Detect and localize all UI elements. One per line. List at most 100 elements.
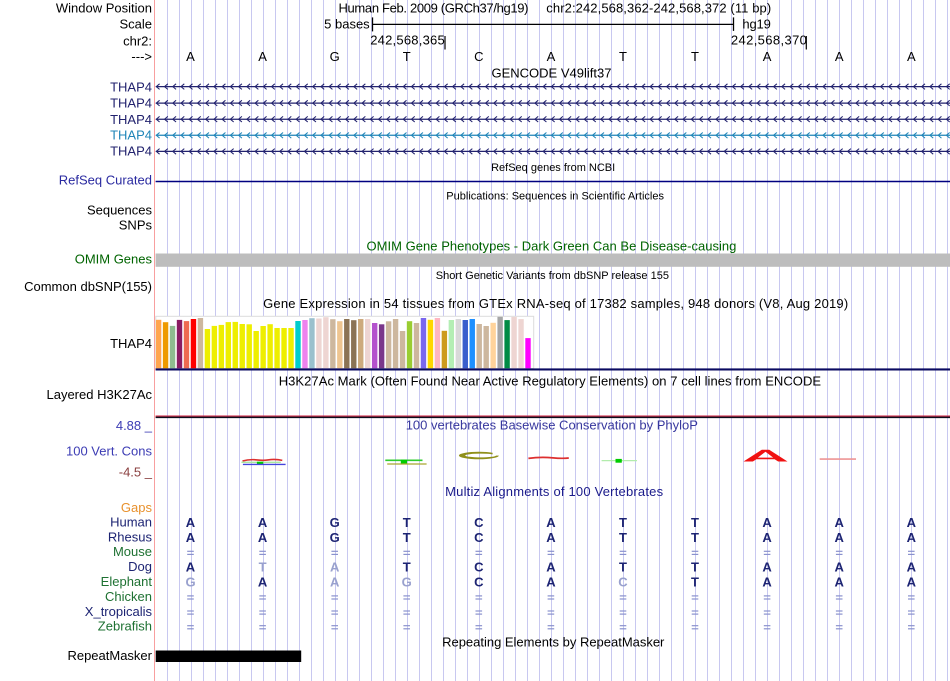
svg-text:100 Vert. Cons: 100 Vert. Cons	[66, 444, 152, 459]
svg-text:THAP4: THAP4	[110, 80, 152, 95]
svg-text:A: A	[186, 530, 196, 545]
svg-text:Mouse: Mouse	[113, 544, 152, 559]
svg-text:A: A	[762, 515, 772, 530]
svg-text:T: T	[403, 49, 411, 64]
svg-text:A: A	[763, 49, 772, 64]
svg-text:C: C	[474, 560, 484, 575]
svg-text:A: A	[762, 574, 772, 589]
svg-text:T: T	[403, 515, 411, 530]
svg-text:A: A	[186, 560, 196, 575]
svg-text:chr2:242,568,362-242,568,372 (: chr2:242,568,362-242,568,372 (11 bp)	[546, 0, 771, 15]
svg-text:A: A	[835, 515, 845, 530]
svg-text:Short Genetic Variants from db: Short Genetic Variants from dbSNP releas…	[436, 270, 669, 282]
svg-text:A: A	[258, 49, 267, 64]
svg-text:GENCODE V49lift37: GENCODE V49lift37	[492, 66, 612, 81]
svg-text:Zebrafish: Zebrafish	[98, 619, 152, 634]
svg-text:Gaps: Gaps	[121, 500, 153, 515]
svg-text:RefSeq genes from NCBI: RefSeq genes from NCBI	[491, 162, 615, 174]
svg-text:Dog: Dog	[128, 559, 152, 574]
svg-text:Publications: Sequences in Sci: Publications: Sequences in Scientific Ar…	[446, 190, 664, 202]
svg-text:G: G	[402, 574, 412, 589]
svg-text:A: A	[258, 574, 268, 589]
svg-text:100 vertebrates Basewise Conse: 100 vertebrates Basewise Conservation by…	[406, 418, 698, 433]
svg-text:A: A	[835, 560, 845, 575]
svg-text:--->: --->	[131, 49, 152, 64]
svg-text:Repeating Elements by RepeatMa: Repeating Elements by RepeatMasker	[442, 635, 665, 650]
svg-text:G: G	[330, 49, 340, 64]
svg-text:C: C	[474, 49, 483, 64]
svg-text:T: T	[691, 49, 699, 64]
svg-text:OMIM Genes: OMIM Genes	[75, 252, 153, 267]
svg-text:THAP4: THAP4	[110, 96, 152, 111]
svg-text:A: A	[907, 49, 916, 64]
svg-text:RepeatMasker: RepeatMasker	[67, 648, 152, 663]
svg-text:T: T	[619, 560, 627, 575]
svg-text:A: A	[330, 560, 340, 575]
svg-text:242,568,365: 242,568,365	[370, 32, 445, 47]
svg-text:A: A	[546, 530, 556, 545]
svg-text:hg19: hg19	[742, 16, 770, 31]
svg-text:A: A	[835, 530, 845, 545]
svg-text:Elephant: Elephant	[101, 574, 153, 589]
svg-text:Layered H3K27Ac: Layered H3K27Ac	[46, 387, 152, 402]
svg-text:A: A	[546, 560, 556, 575]
svg-text:H3K27Ac Mark (Often Found Near: H3K27Ac Mark (Often Found Near Active Re…	[279, 373, 822, 388]
svg-text:A: A	[835, 49, 844, 64]
svg-text:A: A	[907, 560, 917, 575]
svg-text:A: A	[835, 574, 845, 589]
svg-text:T: T	[619, 515, 627, 530]
svg-text:A: A	[547, 49, 556, 64]
svg-text:THAP4: THAP4	[110, 336, 152, 351]
svg-text:chr2:: chr2:	[123, 34, 152, 49]
svg-text:T: T	[259, 560, 267, 575]
svg-text:A: A	[258, 515, 268, 530]
svg-text:C: C	[474, 515, 484, 530]
svg-text:SNPs: SNPs	[119, 218, 153, 233]
svg-text:T: T	[403, 560, 411, 575]
svg-text:Multiz Alignments of 100 Verte: Multiz Alignments of 100 Vertebrates	[445, 484, 663, 499]
svg-text:C: C	[474, 574, 484, 589]
svg-text:T: T	[403, 530, 411, 545]
svg-text:THAP4: THAP4	[110, 112, 152, 127]
svg-text:A: A	[330, 574, 340, 589]
svg-text:Sequences: Sequences	[87, 203, 153, 218]
svg-text:THAP4: THAP4	[110, 128, 152, 143]
svg-text:C: C	[474, 530, 484, 545]
svg-text:Human Feb. 2009 (GRCh37/hg19): Human Feb. 2009 (GRCh37/hg19)	[339, 0, 529, 15]
svg-text:A: A	[907, 574, 917, 589]
svg-text:Gene Expression in 54 tissues: Gene Expression in 54 tissues from GTEx …	[263, 296, 848, 311]
svg-text:242,568,370: 242,568,370	[731, 32, 807, 47]
svg-text:X_tropicalis: X_tropicalis	[85, 604, 153, 619]
svg-text:-4.5 _: -4.5 _	[119, 465, 153, 480]
svg-text:Window Position: Window Position	[56, 0, 152, 15]
svg-text:A: A	[186, 49, 195, 64]
svg-text:RefSeq Curated: RefSeq Curated	[59, 172, 152, 187]
svg-text:T: T	[691, 574, 699, 589]
svg-text:4.88 _: 4.88 _	[116, 418, 153, 433]
svg-text:A: A	[907, 515, 917, 530]
svg-text:THAP4: THAP4	[110, 144, 152, 159]
svg-text:C: C	[618, 574, 628, 589]
svg-text:A: A	[258, 530, 268, 545]
svg-text:A: A	[762, 530, 772, 545]
svg-text:A: A	[546, 574, 556, 589]
svg-text:A: A	[546, 515, 556, 530]
svg-text:Scale: Scale	[119, 16, 152, 31]
svg-text:A: A	[762, 560, 772, 575]
svg-text:T: T	[691, 515, 699, 530]
svg-text:Rhesus: Rhesus	[108, 529, 153, 544]
svg-text:T: T	[691, 530, 699, 545]
svg-text:Common dbSNP(155): Common dbSNP(155)	[24, 279, 152, 294]
svg-text:A: A	[907, 530, 917, 545]
svg-text:G: G	[185, 574, 195, 589]
svg-text:Human: Human	[110, 515, 152, 530]
svg-text:5 bases: 5 bases	[324, 16, 370, 31]
svg-text:OMIM Gene Phenotypes - Dark Gr: OMIM Gene Phenotypes - Dark Green Can Be…	[367, 239, 737, 254]
svg-text:G: G	[330, 515, 340, 530]
svg-text:T: T	[619, 530, 627, 545]
svg-text:A: A	[186, 515, 196, 530]
svg-text:T: T	[691, 560, 699, 575]
svg-text:T: T	[619, 49, 627, 64]
svg-text:Chicken: Chicken	[105, 589, 152, 604]
svg-text:G: G	[330, 530, 340, 545]
